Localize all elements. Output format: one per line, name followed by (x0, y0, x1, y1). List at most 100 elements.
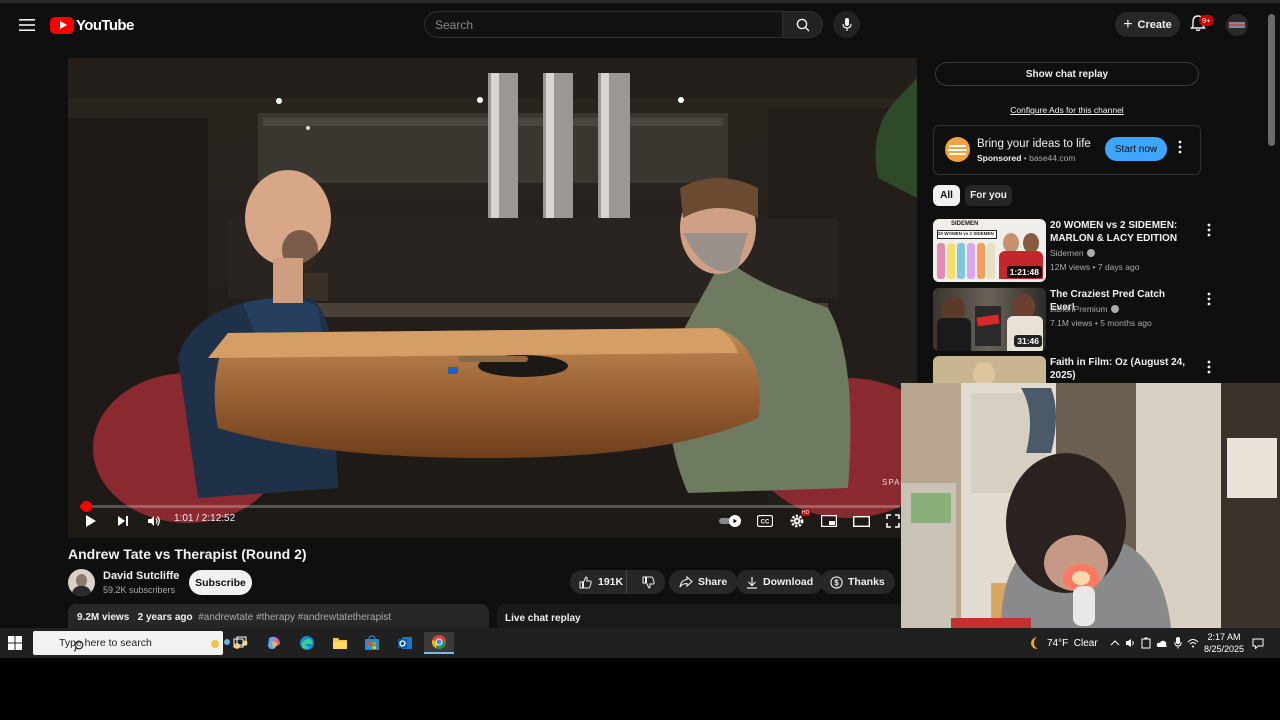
verified-icon (1110, 305, 1119, 313)
share-icon (679, 576, 693, 588)
notification-center-icon[interactable] (1252, 636, 1264, 650)
chip-for-you[interactable]: For you (965, 185, 1012, 206)
channel-avatar[interactable] (68, 569, 95, 596)
thanks-icon: $ (830, 575, 843, 589)
outlook-icon[interactable] (393, 632, 417, 654)
taskbar-search-box[interactable]: Type here to search (33, 631, 248, 655)
wifi-icon[interactable] (1187, 636, 1199, 650)
search-button[interactable] (782, 11, 823, 38)
theater-icon (852, 515, 870, 527)
notification-count-badge: 9+ (1199, 15, 1214, 26)
subscribe-button[interactable]: Subscribe (189, 570, 252, 595)
captions-button[interactable]: CC (754, 510, 776, 532)
screen: YouTube + Create 9+ (0, 0, 1280, 720)
windows-start-icon[interactable] (8, 636, 22, 650)
svg-text:$: $ (834, 578, 839, 587)
file-explorer-icon[interactable] (328, 632, 352, 654)
play-button[interactable] (80, 510, 102, 532)
webcam-overlay (901, 383, 1280, 628)
voice-search-button[interactable] (833, 11, 860, 38)
subscriber-count: 59.2K subscribers (103, 585, 176, 595)
captions-icon: CC (757, 515, 773, 527)
miniplayer-button[interactable] (818, 510, 840, 532)
channel-label: JiDionPremium (1050, 304, 1108, 314)
microphone-icon[interactable] (1172, 636, 1184, 650)
search-icon (796, 18, 809, 31)
view-count: 9.2M views (77, 612, 130, 623)
chevron-up-icon[interactable] (1109, 636, 1121, 650)
browser-window: YouTube + Create 9+ (0, 0, 1280, 628)
live-chat-label: Live chat replay (505, 613, 581, 624)
description-box[interactable]: 9.2M views 2 years ago #andrewtate #ther… (68, 604, 489, 628)
menu-icon[interactable] (14, 12, 40, 38)
recommendation-title: Faith in Film: Oz (August 24, 2025) (1050, 357, 1185, 381)
svg-text:CC: CC (761, 520, 770, 526)
channel-name[interactable]: David Sutcliffe (103, 570, 179, 582)
taskbar-clock[interactable]: 2:17 AM 8/25/2025 (1201, 631, 1247, 655)
thumbs-up-icon (579, 575, 592, 588)
download-button[interactable]: Download (736, 570, 824, 594)
task-view-icon[interactable] (228, 632, 252, 654)
clock-date: 8/25/2025 (1203, 644, 1245, 654)
ad-subtitle: Sponsored • base44.com (977, 153, 1076, 163)
sponsored-ad-card[interactable]: Bring your ideas to life Sponsored • bas… (933, 125, 1201, 175)
copilot-icon[interactable] (262, 632, 286, 654)
plus-icon: + (1123, 15, 1133, 33)
youtube-play-icon (50, 16, 74, 34)
mute-button[interactable] (143, 510, 165, 532)
video-player[interactable]: SPAC 1:01 / 2:12:52 CC HD (68, 58, 917, 538)
recommended-video[interactable]: SIDEMEN 20 WOMEN vs 2 SIDEMEN 1:21:48 20… (933, 219, 1213, 283)
configure-ads-link[interactable]: Configure Ads for this channel (935, 105, 1199, 115)
show-chat-replay-button[interactable]: Show chat replay (935, 62, 1199, 86)
share-button[interactable]: Share (669, 570, 738, 594)
ad-cta-button[interactable]: Start now (1105, 137, 1167, 161)
more-options-icon[interactable] (1207, 360, 1217, 376)
download-label: Download (763, 576, 814, 588)
recommendation-channel: JiDionPremium (1050, 304, 1119, 314)
youtube-logo[interactable]: YouTube (50, 15, 134, 35)
fullscreen-icon (886, 514, 900, 528)
video-thumbnail: SIDEMEN 20 WOMEN vs 2 SIDEMEN 1:21:48 (933, 219, 1046, 282)
miniplayer-icon (821, 515, 837, 527)
settings-button[interactable]: HD (786, 510, 811, 532)
thanks-label: Thanks (848, 576, 885, 588)
page-scrollbar[interactable] (1268, 14, 1275, 146)
theater-mode-button[interactable] (850, 510, 872, 532)
dislike-button[interactable] (632, 570, 665, 594)
chrome-icon[interactable] (424, 632, 454, 654)
battery-icon[interactable] (1140, 636, 1152, 650)
more-options-icon[interactable] (1207, 292, 1217, 308)
microsoft-store-icon[interactable] (360, 632, 384, 654)
autoplay-toggle[interactable] (718, 510, 744, 532)
hashtags[interactable]: #andrewtate #therapy #andrewtatetherapis… (198, 612, 391, 623)
more-options-icon[interactable] (1178, 140, 1190, 158)
speaker-icon[interactable] (1124, 636, 1136, 650)
progress-bar-track[interactable] (80, 505, 900, 508)
recommended-video[interactable]: 31:46 The Craziest Pred Catch Ever! JiDi… (933, 288, 1213, 352)
upload-age: 2 years ago (137, 612, 193, 623)
chip-all[interactable]: All (933, 185, 960, 206)
like-count: 191K (598, 576, 624, 588)
cloud-icon[interactable] (1156, 636, 1168, 650)
verified-icon (1086, 249, 1095, 257)
like-button[interactable]: 191K (570, 570, 628, 594)
ad-title: Bring your ideas to life (977, 138, 1091, 150)
autoplay-toggle-icon (719, 515, 741, 527)
thumbnail-headline: 20 WOMEN vs 2 SIDEMEN (938, 231, 994, 236)
create-button[interactable]: + Create (1115, 12, 1180, 37)
live-chat-header[interactable]: Live chat replay (497, 604, 907, 628)
search-box[interactable] (424, 11, 782, 38)
search-input[interactable] (435, 12, 782, 37)
more-options-icon[interactable] (1207, 223, 1217, 239)
edge-browser-icon[interactable] (295, 632, 319, 654)
video-duration: 31:46 (1014, 335, 1042, 347)
account-avatar[interactable] (1226, 14, 1248, 36)
channel-label: Sidemen (1050, 248, 1084, 258)
weather-widget[interactable]: 74°F Clear (1028, 636, 1098, 650)
play-icon (86, 515, 96, 527)
weather-moon-icon (1031, 637, 1038, 649)
thanks-button[interactable]: $ Thanks (820, 570, 895, 594)
clock-time: 2:17 AM (1207, 632, 1241, 642)
recommendation-title: 20 WOMEN vs 2 SIDEMEN: MARLON & LACY EDI… (1050, 220, 1178, 244)
next-button[interactable] (112, 510, 134, 532)
